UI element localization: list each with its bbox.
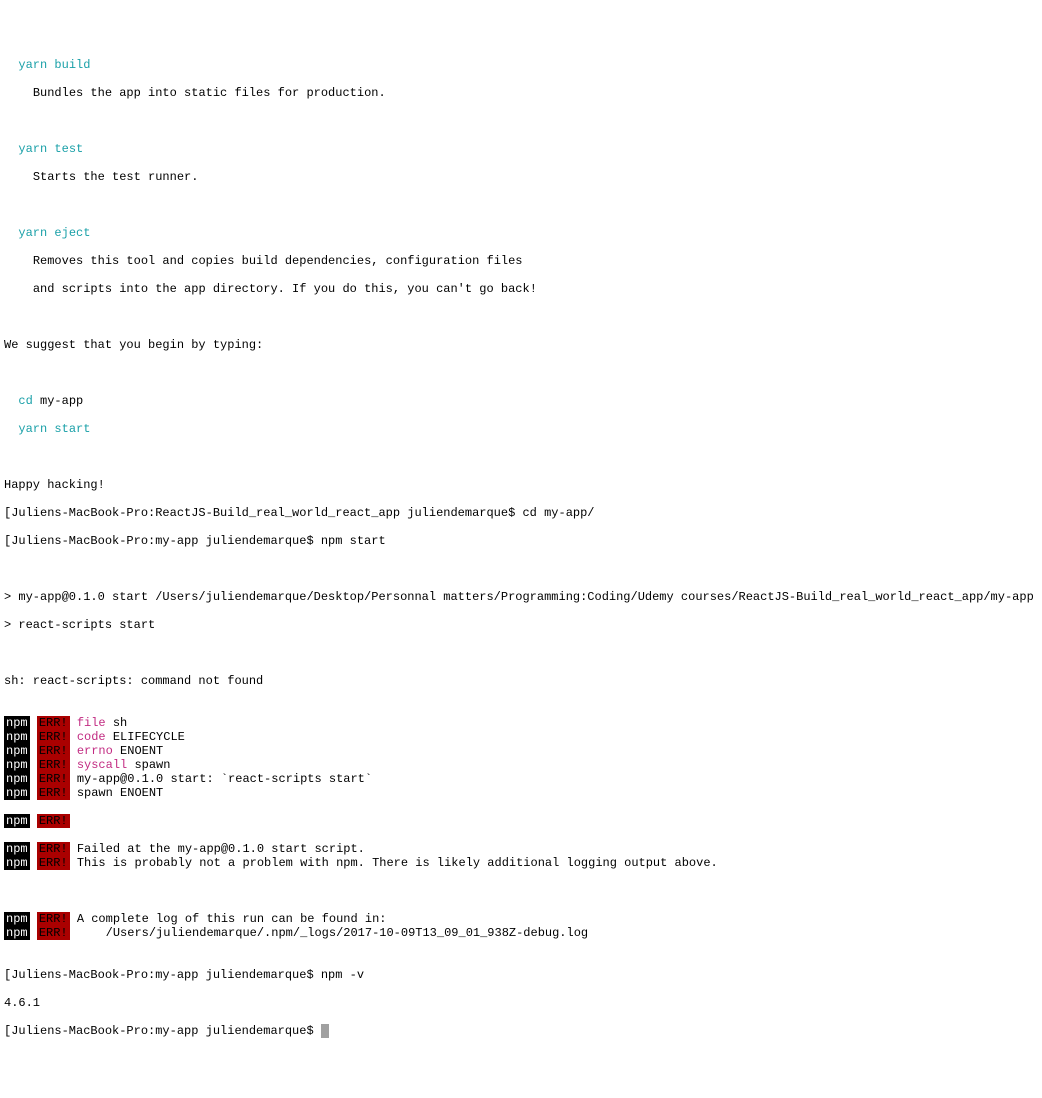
err-tag: ERR! bbox=[37, 744, 70, 758]
npm-error-line: npm ERR! spawn ENOENT bbox=[4, 786, 1038, 800]
npm-tag: npm bbox=[4, 744, 30, 758]
yarn-eject-desc1: Removes this tool and copies build depen… bbox=[4, 254, 1038, 268]
blank-line bbox=[4, 450, 1038, 464]
error-value: ELIFECYCLE bbox=[106, 730, 185, 744]
yarn-build-desc: Bundles the app into static files for pr… bbox=[4, 86, 1038, 100]
err-tag: ERR! bbox=[37, 926, 70, 940]
err-tag: ERR! bbox=[37, 842, 70, 856]
npm-tag: npm bbox=[4, 814, 30, 828]
cmd-text: yarn build bbox=[18, 58, 90, 72]
npm-error-line: npm ERR! Failed at the my-app@0.1.0 star… bbox=[4, 842, 1038, 856]
blank-line bbox=[4, 114, 1038, 128]
happy-hacking: Happy hacking! bbox=[4, 478, 1038, 492]
err-tag: ERR! bbox=[37, 912, 70, 926]
blank-line bbox=[4, 646, 1038, 660]
npm-error-line: npm ERR! This is probably not a problem … bbox=[4, 856, 1038, 870]
error-key: errno bbox=[77, 744, 113, 758]
blank-line bbox=[4, 310, 1038, 324]
err-tag: ERR! bbox=[37, 758, 70, 772]
prompt-npm-start: [Juliens-MacBook-Pro:my-app juliendemarq… bbox=[4, 534, 1038, 548]
cd-cmd: cd my-app bbox=[4, 394, 1038, 408]
npm-tag: npm bbox=[4, 842, 30, 856]
error-value: spawn ENOENT bbox=[77, 786, 163, 800]
error-value: my-app@0.1.0 start: `react-scripts start… bbox=[77, 772, 372, 786]
err-tag: ERR! bbox=[37, 772, 70, 786]
err-tag: ERR! bbox=[37, 730, 70, 744]
blank-line bbox=[4, 884, 1038, 898]
error-value: sh bbox=[106, 716, 128, 730]
blank-line bbox=[4, 198, 1038, 212]
error-value: ENOENT bbox=[113, 744, 163, 758]
sh-error: sh: react-scripts: command not found bbox=[4, 674, 1038, 688]
yarn-eject-cmd: yarn eject bbox=[4, 226, 1038, 240]
error-value: This is probably not a problem with npm.… bbox=[77, 856, 718, 870]
prompt-npm-v: [Juliens-MacBook-Pro:my-app juliendemarq… bbox=[4, 968, 1038, 982]
yarn-start-cmd: yarn start bbox=[4, 422, 1038, 436]
yarn-test-cmd: yarn test bbox=[4, 142, 1038, 156]
blank-line bbox=[4, 366, 1038, 380]
npm-tag: npm bbox=[4, 856, 30, 870]
error-value: Failed at the my-app@0.1.0 start script. bbox=[77, 842, 365, 856]
npm-version: 4.6.1 bbox=[4, 996, 1038, 1010]
yarn-test-desc: Starts the test runner. bbox=[4, 170, 1038, 184]
error-value: /Users/juliendemarque/.npm/_logs/2017-10… bbox=[77, 926, 588, 940]
npm-tag: npm bbox=[4, 716, 30, 730]
npm-error-line: npm ERR! errno ENOENT bbox=[4, 744, 1038, 758]
npm-tag: npm bbox=[4, 772, 30, 786]
cmd-text: yarn eject bbox=[18, 226, 90, 240]
cursor-icon bbox=[321, 1024, 329, 1038]
npm-error-block: npm ERR! Failed at the my-app@0.1.0 star… bbox=[4, 842, 1038, 870]
yarn-build-cmd: yarn build bbox=[4, 58, 1038, 72]
prompt-active[interactable]: [Juliens-MacBook-Pro:my-app juliendemarq… bbox=[4, 1024, 1038, 1038]
npm-error-line: npm ERR! A complete log of this run can … bbox=[4, 912, 1038, 926]
cd-text: cd bbox=[18, 394, 40, 408]
npm-tag: npm bbox=[4, 926, 30, 940]
npm-run-line1: > my-app@0.1.0 start /Users/juliendemarq… bbox=[4, 590, 1038, 604]
err-tag: ERR! bbox=[37, 786, 70, 800]
error-key: file bbox=[77, 716, 106, 730]
npm-tag: npm bbox=[4, 758, 30, 772]
cmd-text: yarn test bbox=[18, 142, 83, 156]
npm-error-block: npm ERR! A complete log of this run can … bbox=[4, 912, 1038, 940]
err-tag: ERR! bbox=[37, 716, 70, 730]
cmd-text: yarn start bbox=[18, 422, 90, 436]
yarn-eject-desc2: and scripts into the app directory. If y… bbox=[4, 282, 1038, 296]
prompt-cd: [Juliens-MacBook-Pro:ReactJS-Build_real_… bbox=[4, 506, 1038, 520]
error-key: syscall bbox=[77, 758, 127, 772]
npm-error-block: npm ERR! file shnpm ERR! code ELIFECYCLE… bbox=[4, 716, 1038, 800]
npm-error-line: npm ERR! /Users/juliendemarque/.npm/_log… bbox=[4, 926, 1038, 940]
npm-error-line: npm ERR! my-app@0.1.0 start: `react-scri… bbox=[4, 772, 1038, 786]
suggest-line: We suggest that you begin by typing: bbox=[4, 338, 1038, 352]
npm-run-line2: > react-scripts start bbox=[4, 618, 1038, 632]
error-value: A complete log of this run can be found … bbox=[77, 912, 387, 926]
error-value: spawn bbox=[127, 758, 170, 772]
npm-error-line: npm ERR! code ELIFECYCLE bbox=[4, 730, 1038, 744]
blank-line bbox=[4, 562, 1038, 576]
error-key: code bbox=[77, 730, 106, 744]
npm-tag: npm bbox=[4, 912, 30, 926]
npm-error-line: npm ERR! syscall spawn bbox=[4, 758, 1038, 772]
err-tag: ERR! bbox=[37, 814, 70, 828]
npm-error-blank: npm ERR! bbox=[4, 814, 1038, 828]
npm-tag: npm bbox=[4, 786, 30, 800]
npm-tag: npm bbox=[4, 730, 30, 744]
npm-error-line: npm ERR! file sh bbox=[4, 716, 1038, 730]
err-tag: ERR! bbox=[37, 856, 70, 870]
